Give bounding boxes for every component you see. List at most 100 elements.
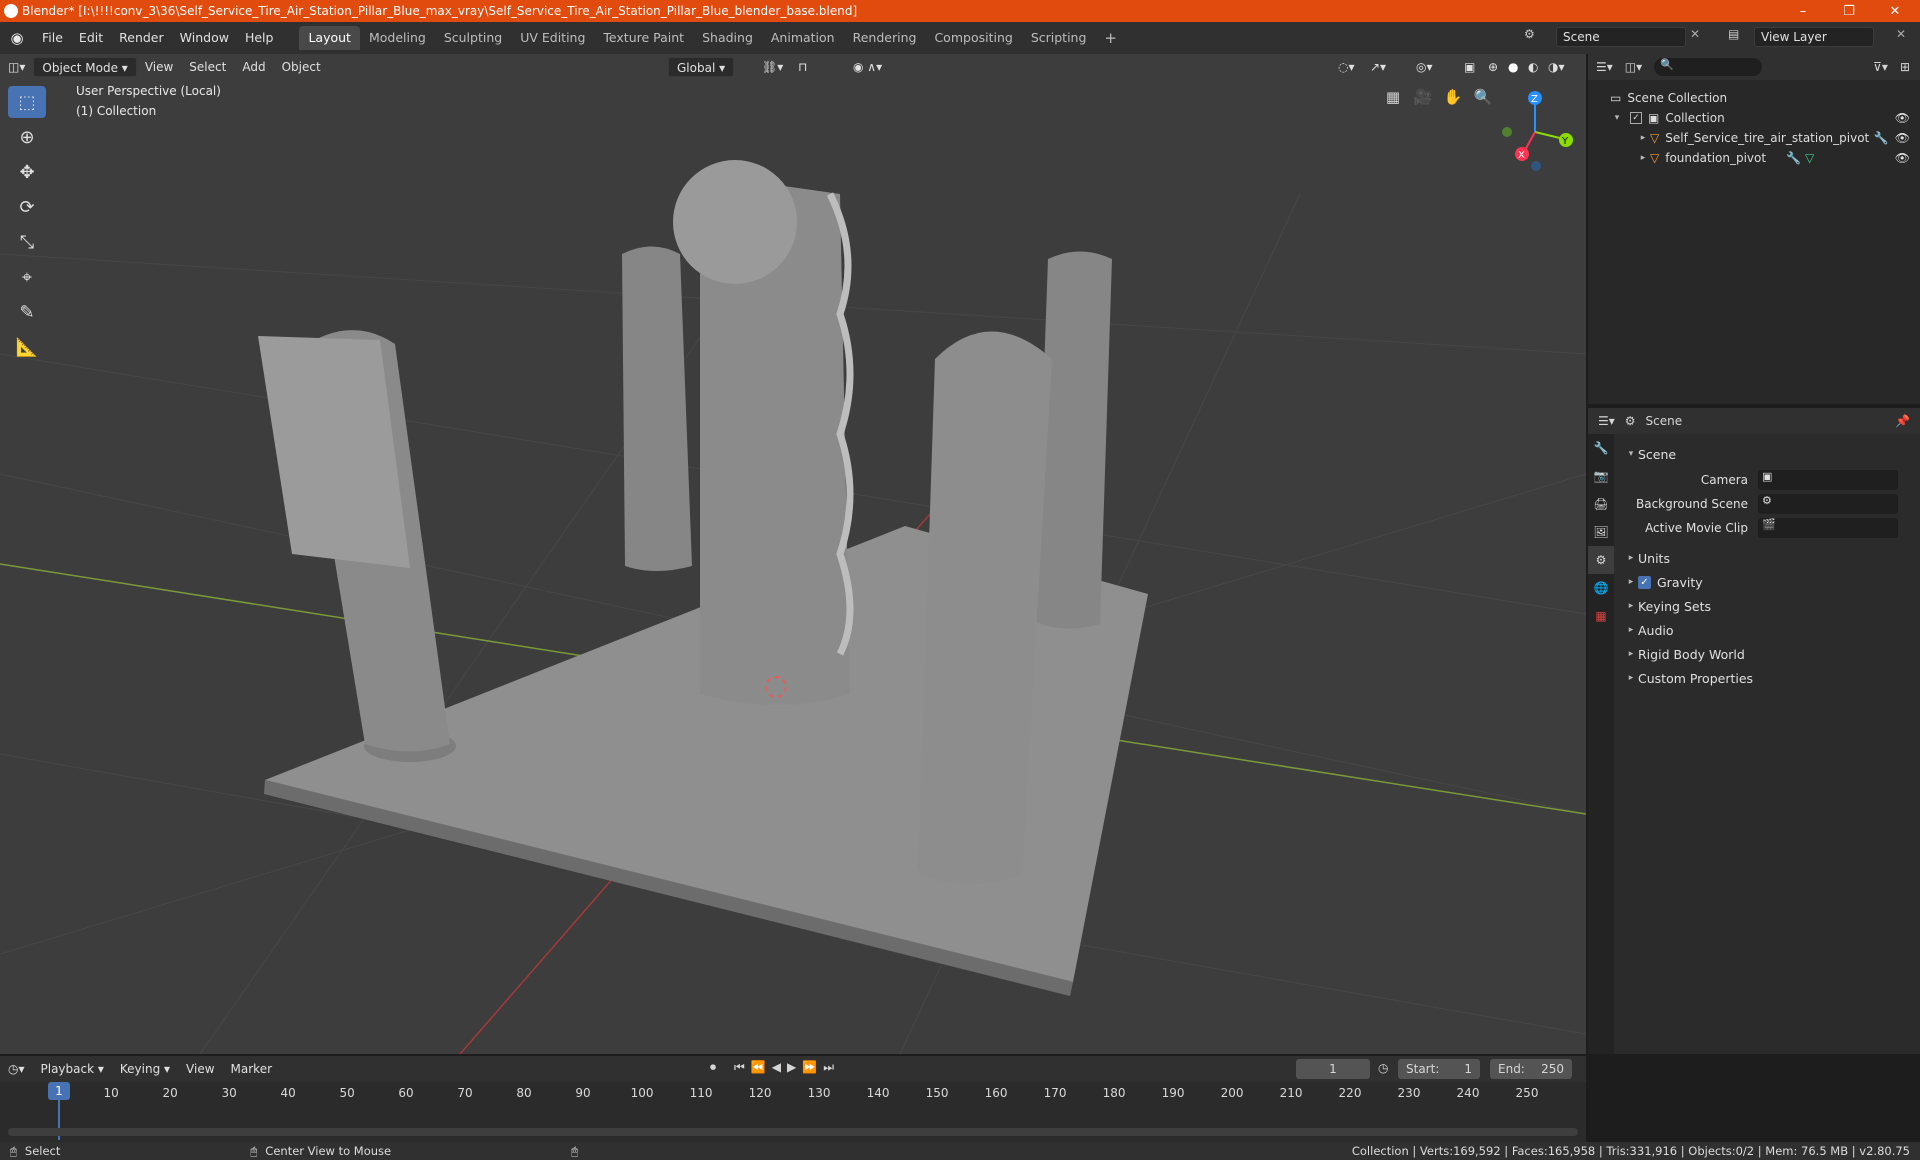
expand-arrow-icon[interactable]: ▸ [1636,153,1650,163]
collapse-arrow-icon[interactable]: ▾ [1610,113,1624,123]
tab-texture-paint[interactable]: Texture Paint [594,26,693,50]
tab-sculpting[interactable]: Sculpting [435,26,511,50]
orientation-selector[interactable]: Global ▾ [668,57,735,77]
tab-animation[interactable]: Animation [762,26,844,50]
menu-edit[interactable]: Edit [71,27,111,49]
mesh-data-icon[interactable]: ▽ [1805,151,1814,165]
timeline-view-menu[interactable]: View [178,1059,222,1079]
collection-eye-icon[interactable]: 👁 [1895,111,1910,125]
collection-checkbox[interactable]: ✓ [1630,112,1642,124]
select-box-tool-icon[interactable]: ⬚ [8,86,46,118]
expand-arrow-icon[interactable]: ▸ [1624,553,1638,563]
texture-tab-icon[interactable]: ▦ [1588,602,1614,630]
menu-file[interactable]: File [34,27,71,49]
select-menu[interactable]: Select [181,57,234,77]
timeline-editor-icon[interactable]: ◷▾ [0,1059,33,1079]
play-icon[interactable]: ▶ [787,1060,796,1075]
active-movie-clip-field[interactable]: 🎬 [1758,518,1898,538]
custom-properties-subpanel[interactable]: ▸ Custom Properties [1624,666,1914,690]
audio-subpanel[interactable]: ▸ Audio [1624,618,1914,642]
transform-tool-icon[interactable]: ⌖ [8,261,46,293]
properties-editor-icon[interactable]: ☰▾ [1598,414,1615,428]
menu-help[interactable]: Help [237,27,282,49]
outliner-collection[interactable]: ▾ ✓ ▣ Collection 👁 [1588,108,1920,128]
gizmo-toggle-icon[interactable]: ↗▾ [1362,57,1394,77]
output-tab-icon[interactable]: 🖨 [1588,490,1614,518]
current-frame-field[interactable]: 1 [1296,1059,1370,1079]
expand-arrow-icon[interactable]: ▸ [1624,625,1638,635]
scene-icon[interactable]: ⚙ [1524,27,1542,47]
tool-tab-icon[interactable]: 🔧 [1588,434,1614,462]
camera-field[interactable]: ▣ [1758,470,1898,490]
prev-keyframe-icon[interactable]: ⏪ [751,1060,766,1075]
axis-gizmo[interactable]: Z Y X [1490,84,1580,184]
shading-rendered-icon[interactable]: ◑▾ [1540,57,1573,77]
view-menu[interactable]: View [137,57,181,77]
tab-modeling[interactable]: Modeling [360,26,435,50]
menu-window[interactable]: Window [172,27,237,49]
panel-collapse-icon[interactable]: ▾ [1624,449,1638,459]
visibility-icon[interactable]: ◌▾ [1330,57,1363,77]
maximize-button[interactable]: ❐ [1826,0,1872,22]
grid-view-icon[interactable]: ▦ [1380,84,1406,110]
jump-start-icon[interactable]: ⏮ [734,1060,745,1075]
tab-compositing[interactable]: Compositing [925,26,1021,50]
play-reverse-icon[interactable]: ◀ [772,1060,781,1075]
pan-hand-icon[interactable]: ✋ [1440,84,1466,110]
display-mode-icon[interactable]: ◫▾ [1625,60,1642,74]
scale-tool-icon[interactable]: ⤡ [8,226,46,258]
tab-uv-editing[interactable]: UV Editing [511,26,594,50]
view-layer-tab-icon[interactable]: 🖼 [1588,518,1614,546]
pin-icon[interactable]: 📌 [1895,414,1910,428]
modifier-icon[interactable]: 🔧 [1874,131,1889,145]
3d-viewport[interactable]: ◫▾ Object Mode ▾ View Select Add Object … [0,54,1586,1054]
view-layer-icon[interactable]: ▤ [1728,27,1739,41]
outliner-scene-collection[interactable]: ▭ Scene Collection [1588,88,1920,108]
filter-icon[interactable]: ⊽▾ [1873,60,1888,74]
close-button[interactable]: ✕ [1872,0,1918,22]
expand-arrow-icon[interactable]: ▸ [1624,577,1638,587]
expand-arrow-icon[interactable]: ▸ [1624,673,1638,683]
annotate-tool-icon[interactable]: ✎ [8,296,46,328]
proportional-edit-icon[interactable]: ◉ ∧▾ [845,57,890,77]
tab-layout[interactable]: Layout [299,26,360,50]
tab-rendering[interactable]: Rendering [844,26,926,50]
menu-render[interactable]: Render [111,27,172,49]
gravity-checkbox[interactable]: ✓ [1638,575,1651,589]
timeline-scrollbar[interactable] [8,1128,1578,1136]
jump-end-icon[interactable]: ⏭ [823,1060,834,1075]
view-layer-selector[interactable]: View Layer [1754,27,1874,47]
render-tab-icon[interactable]: 📷 [1588,462,1614,490]
view-layer-close-icon[interactable]: ✕ [1896,27,1906,41]
frame-ruler[interactable]: 10 20 30 40 50 60 70 80 90 100 110 120 130 140 150 160 1… [0,1082,1586,1104]
scene-selector[interactable]: Scene [1556,27,1686,47]
world-tab-icon[interactable]: 🌐 [1588,574,1614,602]
move-tool-icon[interactable]: ✥ [8,156,46,188]
outliner-editor-icon[interactable]: ☰▾ [1596,60,1613,74]
tab-scripting[interactable]: Scripting [1022,26,1096,50]
record-icon[interactable]: ⏺ [710,1060,716,1075]
editor-type-icon[interactable]: ◫▾ [0,57,33,77]
background-scene-field[interactable]: ⚙ [1758,494,1898,514]
object-eye-icon[interactable]: 👁 [1895,131,1910,145]
scene-tab-icon[interactable]: ⚙ [1588,546,1614,574]
new-collection-icon[interactable]: ⊞ [1900,60,1910,74]
expand-arrow-icon[interactable]: ▸ [1624,649,1638,659]
minimize-button[interactable]: – [1780,0,1826,22]
camera-view-icon[interactable]: 🎥 [1410,84,1436,110]
object-menu[interactable]: Object [274,57,329,77]
overlay-toggle-icon[interactable]: ◎▾ [1408,57,1441,77]
units-subpanel[interactable]: ▸ Units [1624,546,1914,570]
start-frame-field[interactable]: Start: 1 [1398,1059,1480,1079]
end-frame-field[interactable]: End: 250 [1490,1059,1572,1079]
clock-icon[interactable]: ◷ [1378,1061,1388,1075]
blender-menu-icon[interactable]: ◉ [0,29,34,47]
scene-close-icon[interactable]: ✕ [1690,27,1700,41]
playback-menu[interactable]: Playback ▾ [33,1059,112,1079]
outliner-item-foundation[interactable]: ▸ ▽ foundation_pivot 🔧 ▽ 👁 [1588,148,1920,168]
outliner-search-input[interactable]: 🔍 [1654,58,1763,76]
expand-arrow-icon[interactable]: ▸ [1624,601,1638,611]
measure-tool-icon[interactable]: 📐 [8,331,46,363]
expand-arrow-icon[interactable]: ▸ [1636,133,1650,143]
tab-shading[interactable]: Shading [693,26,762,50]
